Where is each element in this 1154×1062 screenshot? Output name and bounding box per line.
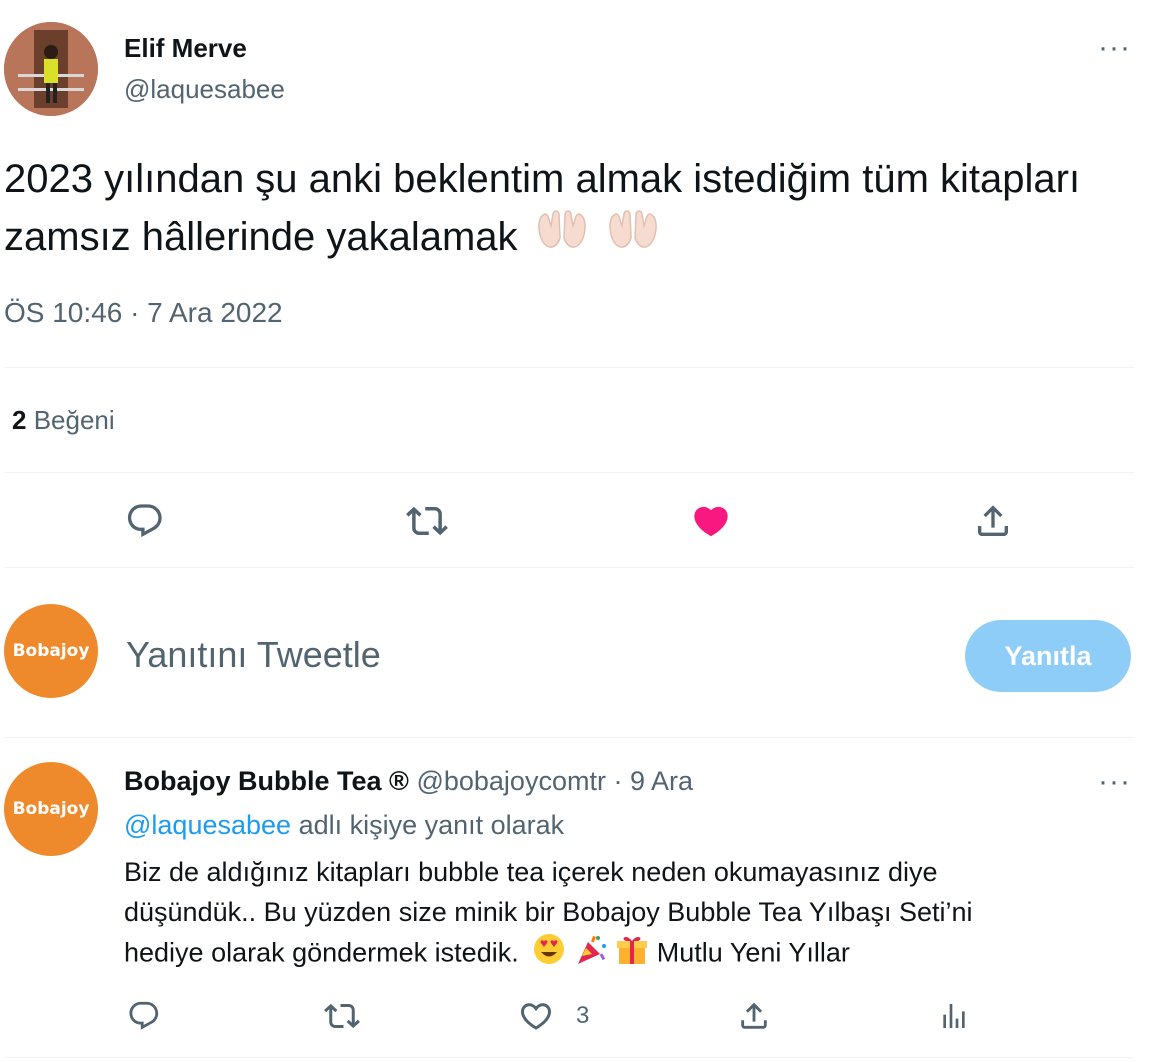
reply-author-name[interactable]: Bobajoy Bubble Tea ® (124, 766, 409, 796)
heart-eyes-emoji (532, 932, 566, 977)
more-icon[interactable]: ··· (1098, 767, 1131, 797)
like-count-number: 2 (12, 405, 27, 435)
reply-text-line: hediye olarak göndermek istedik. Mutlu Y… (124, 932, 1084, 977)
composer-avatar-logo: Bobajoy (12, 641, 90, 661)
reply-like-count: 3 (576, 1002, 590, 1029)
reply-submit-button[interactable]: Yanıtla (965, 620, 1131, 692)
share-button[interactable] (966, 496, 1020, 546)
retweet-icon (324, 1003, 360, 1029)
like-count-label: Beğeni (33, 405, 115, 435)
retweet-button[interactable] (320, 994, 364, 1038)
divider (4, 472, 1134, 473)
reply-text-line: düşündük.. Bu yüzden size minik bir Boba… (124, 897, 973, 927)
reply-text-segment: Mutlu Yeni Yıllar (656, 937, 850, 968)
avatar-photo (4, 22, 98, 116)
gift-emoji (615, 932, 649, 977)
retweet-icon (406, 506, 448, 536)
share-button[interactable] (732, 994, 776, 1038)
heart-icon (694, 506, 728, 537)
reply-button[interactable] (122, 994, 166, 1038)
reply-author-handle[interactable]: @bobajoycomtr (416, 766, 606, 796)
share-icon (978, 505, 1008, 536)
heart-icon (520, 1003, 552, 1030)
replying-to-label: adlı kişiye yanıt olarak (298, 810, 565, 840)
reply-author-avatar[interactable]: Bobajoy (4, 762, 98, 856)
divider (4, 737, 1134, 738)
reply-icon (129, 1001, 159, 1030)
composer-avatar[interactable]: Bobajoy (4, 604, 98, 698)
analytics-icon (943, 1004, 965, 1028)
reply-text-segment: hediye olarak göndermek istedik. (124, 937, 519, 968)
reply-text-line: Biz de aldığınız kitapları bubble tea iç… (124, 857, 938, 887)
reply-date[interactable]: · 9 Ara (613, 766, 693, 796)
divider (4, 367, 1134, 368)
replying-to: @laquesabee adlı kişiye yanıt olarak (124, 810, 564, 841)
divider (4, 1057, 1134, 1058)
analytics-button[interactable] (932, 994, 976, 1038)
retweet-button[interactable] (400, 496, 454, 546)
author-avatar[interactable] (4, 22, 98, 116)
divider (4, 567, 1134, 568)
likes-count[interactable]: 2 Beğeni (12, 405, 115, 436)
like-button[interactable] (684, 496, 738, 546)
reply-avatar-logo: Bobajoy (12, 799, 90, 819)
share-icon (741, 1002, 767, 1029)
reply-header: Bobajoy Bubble Tea ® @bobajoycomtr · 9 A… (124, 766, 693, 797)
author-handle[interactable]: @laquesabee (124, 74, 285, 105)
author-name[interactable]: Elif Merve (124, 33, 247, 64)
party-popper-emoji (574, 932, 608, 977)
reply-button[interactable] (118, 496, 172, 546)
like-button[interactable]: 3 (518, 994, 628, 1038)
tweet-timestamp[interactable]: ÖS 10:46 · 7 Ara 2022 (4, 297, 283, 329)
reply-input[interactable]: Yanıtını Tweetle (126, 634, 381, 676)
raised-hands-emoji (535, 208, 589, 270)
raised-hands-emoji (606, 208, 660, 270)
reply-text: Biz de aldığınız kitapları bubble tea iç… (124, 852, 1084, 977)
replying-to-handle-link[interactable]: @laquesabee (124, 810, 291, 840)
more-icon[interactable]: ··· (1098, 33, 1131, 63)
reply-icon (127, 504, 162, 538)
tweet-text: 2023 yılından şu anki beklentim almak is… (4, 150, 1124, 270)
